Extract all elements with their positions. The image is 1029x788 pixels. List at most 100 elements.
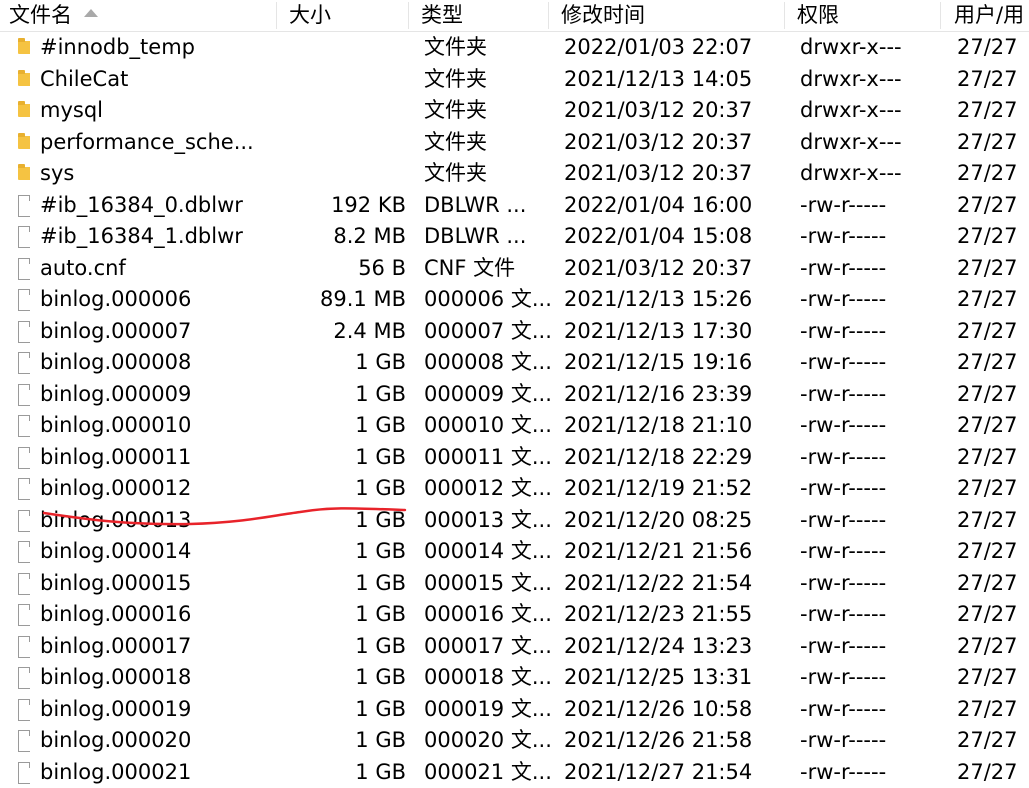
column-header-type-label: 类型 bbox=[421, 3, 463, 27]
file-row[interactable]: binlog.0000151 GB000015 文...2021/12/22 2… bbox=[0, 568, 1029, 600]
file-name: binlog.000017 bbox=[40, 631, 272, 663]
file-owner: 27/27 bbox=[957, 536, 1029, 568]
file-row[interactable]: binlog.0000191 GB000019 文...2021/12/26 1… bbox=[0, 694, 1029, 726]
file-row[interactable]: binlog.0000072.4 MB000007 文...2021/12/13… bbox=[0, 316, 1029, 348]
file-size bbox=[276, 64, 406, 96]
file-name: binlog.000010 bbox=[40, 410, 272, 442]
file-size bbox=[276, 127, 406, 159]
file-row[interactable]: binlog.00000689.1 MB000006 文...2021/12/1… bbox=[0, 284, 1029, 316]
column-resize-handle[interactable] bbox=[940, 2, 941, 29]
column-resize-handle[interactable] bbox=[276, 2, 277, 29]
file-size: 8.2 MB bbox=[276, 221, 406, 253]
column-header-type[interactable]: 类型 bbox=[412, 0, 548, 31]
file-name: #ib_16384_0.dblwr bbox=[40, 190, 272, 222]
file-name: binlog.000006 bbox=[40, 284, 272, 316]
file-owner: 27/27 bbox=[957, 221, 1029, 253]
file-type: 文件夹 bbox=[424, 158, 550, 190]
file-row[interactable]: binlog.0000091 GB000009 文...2021/12/16 2… bbox=[0, 379, 1029, 411]
row-icon-cell bbox=[8, 190, 30, 222]
file-icon bbox=[18, 541, 30, 563]
file-row[interactable]: #ib_16384_0.dblwr192 KBDBLWR ...2022/01/… bbox=[0, 190, 1029, 222]
folder-row[interactable]: #innodb_temp文件夹2022/01/03 22:07drwxr-x--… bbox=[0, 32, 1029, 64]
column-header-name[interactable]: 文件名 bbox=[0, 0, 276, 31]
column-header-permissions[interactable]: 权限 bbox=[788, 0, 940, 31]
column-header-owner[interactable]: 用户/用 bbox=[945, 0, 1029, 31]
file-type: 000015 文... bbox=[424, 568, 550, 600]
file-size: 1 GB bbox=[276, 536, 406, 568]
file-owner: 27/27 bbox=[957, 473, 1029, 505]
file-permissions: -rw-r----- bbox=[800, 568, 940, 600]
file-icon bbox=[18, 258, 30, 280]
folder-row[interactable]: ChileCat文件夹2021/12/13 14:05drwxr-x---27/… bbox=[0, 64, 1029, 96]
file-icon bbox=[18, 384, 30, 406]
file-owner: 27/27 bbox=[957, 505, 1029, 537]
file-size: 1 GB bbox=[276, 662, 406, 694]
row-icon-cell bbox=[8, 505, 30, 537]
folder-row[interactable]: mysql文件夹2021/03/12 20:37drwxr-x---27/27 bbox=[0, 95, 1029, 127]
column-resize-handle[interactable] bbox=[408, 2, 409, 29]
file-icon bbox=[18, 667, 30, 689]
file-row[interactable]: auto.cnf56 BCNF 文件2021/03/12 20:37-rw-r-… bbox=[0, 253, 1029, 285]
row-icon-cell bbox=[8, 473, 30, 505]
column-resize-handle[interactable] bbox=[784, 2, 785, 29]
file-name: binlog.000007 bbox=[40, 316, 272, 348]
column-header-modified[interactable]: 修改时间 bbox=[552, 0, 784, 31]
file-size: 1 GB bbox=[276, 347, 406, 379]
file-owner: 27/27 bbox=[957, 662, 1029, 694]
file-icon bbox=[18, 730, 30, 752]
file-permissions: drwxr-x--- bbox=[800, 64, 940, 96]
file-name: binlog.000008 bbox=[40, 347, 272, 379]
folder-icon bbox=[18, 41, 30, 54]
column-header-owner-label: 用户/用 bbox=[954, 3, 1024, 27]
file-modified: 2021/12/13 14:05 bbox=[564, 64, 784, 96]
file-icon bbox=[18, 478, 30, 500]
column-header-size[interactable]: 大小 bbox=[280, 0, 408, 31]
file-permissions: -rw-r----- bbox=[800, 379, 940, 411]
file-row[interactable]: binlog.0000161 GB000016 文...2021/12/23 2… bbox=[0, 599, 1029, 631]
file-modified: 2021/12/26 10:58 bbox=[564, 694, 784, 726]
row-icon-cell bbox=[8, 568, 30, 600]
row-icon-cell bbox=[8, 631, 30, 663]
file-row[interactable]: binlog.0000131 GB000013 文...2021/12/20 0… bbox=[0, 505, 1029, 537]
file-row[interactable]: #ib_16384_1.dblwr8.2 MBDBLWR ...2022/01/… bbox=[0, 221, 1029, 253]
file-modified: 2021/12/25 13:31 bbox=[564, 662, 784, 694]
file-modified: 2021/12/16 23:39 bbox=[564, 379, 784, 411]
file-modified: 2021/12/18 21:10 bbox=[564, 410, 784, 442]
file-row[interactable]: binlog.0000181 GB000018 文...2021/12/25 1… bbox=[0, 662, 1029, 694]
file-name: binlog.000013 bbox=[40, 505, 272, 537]
folder-row[interactable]: performance_sche...文件夹2021/03/12 20:37dr… bbox=[0, 127, 1029, 159]
file-size: 192 KB bbox=[276, 190, 406, 222]
file-row[interactable]: binlog.0000081 GB000008 文...2021/12/15 1… bbox=[0, 347, 1029, 379]
file-row[interactable]: binlog.0000171 GB000017 文...2021/12/24 1… bbox=[0, 631, 1029, 663]
file-row[interactable]: binlog.0000111 GB000011 文...2021/12/18 2… bbox=[0, 442, 1029, 474]
file-size: 1 GB bbox=[276, 694, 406, 726]
file-icon bbox=[18, 226, 30, 248]
file-row[interactable]: binlog.0000201 GB000020 文...2021/12/26 2… bbox=[0, 725, 1029, 757]
folder-row[interactable]: sys文件夹2021/03/12 20:37drwxr-x---27/27 bbox=[0, 158, 1029, 190]
file-permissions: -rw-r----- bbox=[800, 190, 940, 222]
file-size: 1 GB bbox=[276, 442, 406, 474]
folder-icon bbox=[18, 167, 30, 180]
file-permissions: -rw-r----- bbox=[800, 221, 940, 253]
file-type: 文件夹 bbox=[424, 64, 550, 96]
row-icon-cell bbox=[8, 64, 30, 96]
file-row[interactable]: binlog.0000141 GB000014 文...2021/12/21 2… bbox=[0, 536, 1029, 568]
row-icon-cell bbox=[8, 127, 30, 159]
file-size: 1 GB bbox=[276, 757, 406, 788]
column-resize-handle[interactable] bbox=[548, 2, 549, 29]
file-permissions: -rw-r----- bbox=[800, 316, 940, 348]
file-size: 1 GB bbox=[276, 410, 406, 442]
file-size: 56 B bbox=[276, 253, 406, 285]
file-owner: 27/27 bbox=[957, 379, 1029, 411]
file-row[interactable]: binlog.0000101 GB000010 文...2021/12/18 2… bbox=[0, 410, 1029, 442]
file-modified: 2021/12/15 19:16 bbox=[564, 347, 784, 379]
file-name: binlog.000009 bbox=[40, 379, 272, 411]
file-modified: 2021/03/12 20:37 bbox=[564, 253, 784, 285]
file-type: 000011 文... bbox=[424, 442, 550, 474]
row-icon-cell bbox=[8, 253, 30, 285]
file-modified: 2021/12/22 21:54 bbox=[564, 568, 784, 600]
file-permissions: -rw-r----- bbox=[800, 253, 940, 285]
file-row[interactable]: binlog.0000121 GB000012 文...2021/12/19 2… bbox=[0, 473, 1029, 505]
file-row[interactable]: binlog.0000211 GB000021 文...2021/12/27 2… bbox=[0, 757, 1029, 788]
file-size: 1 GB bbox=[276, 505, 406, 537]
